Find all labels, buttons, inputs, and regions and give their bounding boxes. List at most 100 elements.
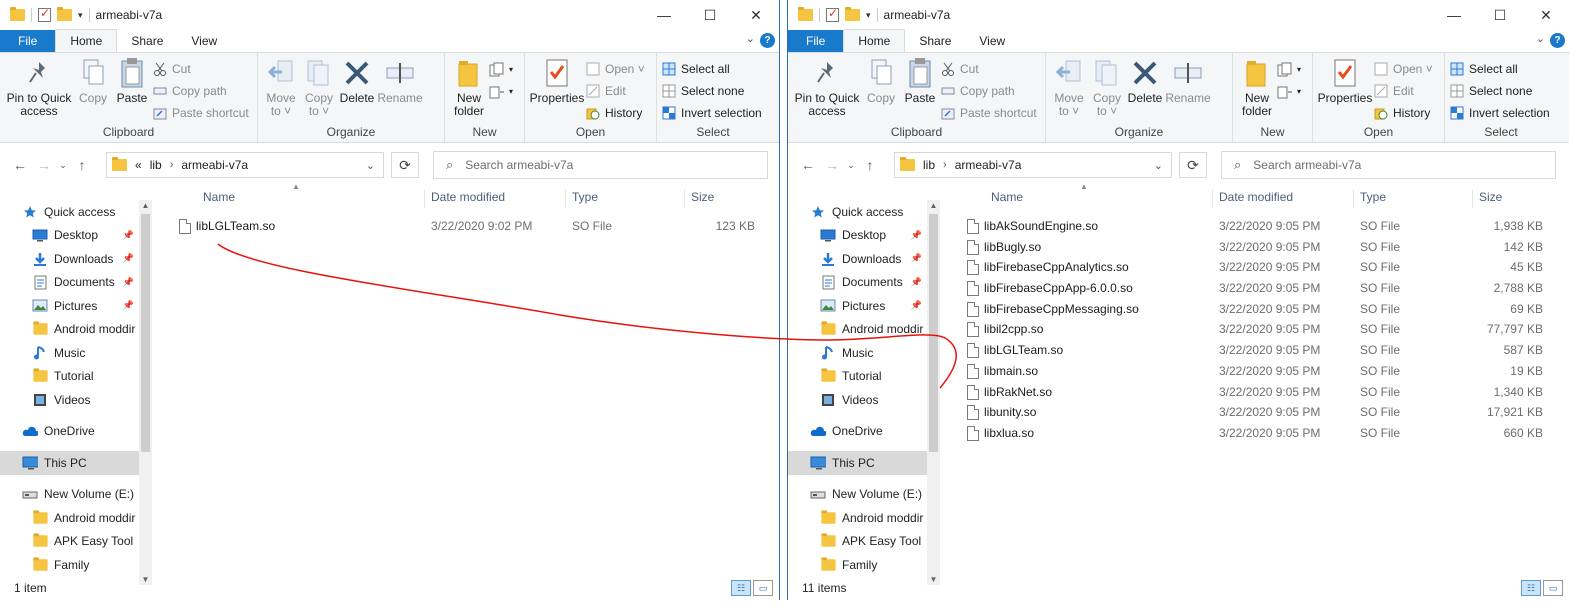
nav-item-pictures[interactable]: Pictures 📌 [0,294,152,318]
large-icons-view-icon[interactable]: ▭ [1543,580,1563,596]
address-bar[interactable]: « lib › armeabi-v7a ⌄ [106,152,384,178]
history-button[interactable]: History [1373,103,1433,122]
properties-icon[interactable] [826,6,839,22]
nav-item-android-moddir[interactable]: Android moddir [0,506,152,530]
file-row[interactable]: libFirebaseCppAnalytics.so 3/22/2020 9:0… [788,257,1569,278]
expand-ribbon-icon[interactable]: ⌄ [1536,32,1545,45]
history-button[interactable]: History [585,103,645,122]
file-row[interactable]: libAkSoundEngine.so 3/22/2020 9:05 PM SO… [788,216,1569,237]
file-row[interactable]: libxlua.so 3/22/2020 9:05 PM SO File 660… [788,423,1569,444]
expand-ribbon-icon[interactable]: ⌄ [746,32,755,45]
back-icon[interactable]: ← [8,157,32,173]
file-row[interactable]: libil2cpp.so 3/22/2020 9:05 PM SO File 7… [788,319,1569,340]
new-folder-icon[interactable] [57,7,72,21]
nav-item-new-volume-e-[interactable]: New Volume (E:) [0,483,152,507]
column-type[interactable]: Type [566,190,685,208]
file-row[interactable]: libRakNet.so 3/22/2020 9:05 PM SO File 1… [788,382,1569,403]
maximize-icon[interactable]: ☐ [1477,0,1523,30]
breadcrumb-lib[interactable]: lib [150,158,162,172]
nav-item-documents[interactable]: Documents 📌 [0,271,152,295]
minimize-icon[interactable]: — [1431,0,1477,30]
up-icon[interactable]: ↑ [858,157,882,173]
forward-icon[interactable]: → [32,157,56,173]
close-icon[interactable]: ✕ [733,0,779,30]
tab-share[interactable]: Share [905,30,965,52]
scrollbar-thumb[interactable] [141,214,150,452]
breadcrumb-armeabi[interactable]: armeabi-v7a [181,158,248,172]
tab-share[interactable]: Share [117,30,177,52]
edit-button[interactable]: Edit [1373,81,1433,100]
new-item-button[interactable]: ▾ [489,60,513,79]
tab-home[interactable]: Home [843,29,906,52]
details-view-icon[interactable]: ☷ [1521,580,1541,596]
new-item-button[interactable]: ▾ [1277,60,1301,79]
cut-button[interactable]: Cut [940,59,1037,78]
tab-file[interactable]: File [0,30,56,52]
open-button[interactable]: Open ˅ [1373,59,1433,78]
tab-view[interactable]: View [965,30,1019,52]
nav-item-tutorial[interactable]: Tutorial [0,365,152,389]
select-all-button[interactable]: Select all [661,59,762,78]
nav-scrollbar[interactable]: ▲ ▼ [139,200,152,585]
invert-selection-button[interactable]: Invert selection [661,103,762,122]
large-icons-view-icon[interactable]: ▭ [753,580,773,596]
open-button[interactable]: Open ˅ [585,59,645,78]
up-icon[interactable]: ↑ [70,157,94,173]
invert-selection-button[interactable]: Invert selection [1449,103,1550,122]
nav-item-videos[interactable]: Videos [0,388,152,412]
nav-item-family[interactable]: Family [788,553,940,577]
file-row[interactable]: libunity.so 3/22/2020 9:05 PM SO File 17… [788,402,1569,423]
minimize-icon[interactable]: — [641,0,687,30]
easy-access-button[interactable]: ▾ [1277,82,1301,101]
column-size[interactable]: Size [685,190,765,208]
tab-home[interactable]: Home [55,29,118,52]
column-type[interactable]: Type [1354,190,1473,208]
column-date-modified[interactable]: Date modified [425,190,566,208]
column-size[interactable]: Size [1473,190,1553,208]
copy-path-button[interactable]: Copy path [940,81,1037,100]
file-row[interactable]: libBugly.so 3/22/2020 9:05 PM SO File 14… [788,237,1569,258]
address-dropdown-icon[interactable]: ⌄ [1154,159,1163,172]
close-icon[interactable]: ✕ [1523,0,1569,30]
breadcrumb-overflow[interactable]: « [135,158,142,172]
refresh-button[interactable]: ⟳ [1179,152,1207,178]
nav-item-music[interactable]: Music [0,341,152,365]
tab-file[interactable]: File [788,30,844,52]
edit-button[interactable]: Edit [585,81,645,100]
select-all-button[interactable]: Select all [1449,59,1550,78]
select-none-button[interactable]: Select none [1449,81,1550,100]
recent-locations-icon[interactable]: ⌄ [844,160,858,171]
copy-path-button[interactable]: Copy path [152,81,249,100]
easy-access-button[interactable]: ▾ [489,82,513,101]
file-row[interactable]: libmain.so 3/22/2020 9:05 PM SO File 19 … [788,361,1569,382]
search-box[interactable]: ⌕ Search armeabi-v7a [433,151,768,179]
customize-qat-icon[interactable]: ▾ [866,10,871,21]
properties-icon[interactable] [38,6,51,22]
customize-qat-icon[interactable]: ▾ [78,10,83,21]
file-row[interactable]: libFirebaseCppApp-6.0.0.so 3/22/2020 9:0… [788,278,1569,299]
select-none-button[interactable]: Select none [661,81,762,100]
breadcrumb-armeabi[interactable]: armeabi-v7a [955,158,1022,172]
address-dropdown-icon[interactable]: ⌄ [366,159,375,172]
nav-item-downloads[interactable]: Downloads 📌 [0,247,152,271]
file-row[interactable]: libLGLTeam.so 3/22/2020 9:05 PM SO File … [788,340,1569,361]
nav-item-this-pc[interactable]: This PC [788,451,940,475]
file-row[interactable]: libLGLTeam.so 3/22/2020 9:02 PM SO File … [0,216,779,237]
breadcrumb-separator-icon[interactable]: › [170,159,174,171]
nav-item-android-moddir[interactable]: Android moddir [788,506,940,530]
breadcrumb-separator-icon[interactable]: › [943,159,947,171]
nav-item-family[interactable]: Family [0,553,152,577]
nav-item-apk-easy-tool[interactable]: APK Easy Tool [0,530,152,554]
nav-item-new-volume-e-[interactable]: New Volume (E:) [788,483,940,507]
maximize-icon[interactable]: ☐ [687,0,733,30]
details-view-icon[interactable]: ☷ [731,580,751,596]
forward-icon[interactable]: → [820,157,844,173]
nav-item-android-moddir[interactable]: Android moddir [0,318,152,342]
nav-item-onedrive[interactable]: OneDrive [0,420,152,444]
tab-view[interactable]: View [177,30,231,52]
file-row[interactable]: libFirebaseCppMessaging.so 3/22/2020 9:0… [788,299,1569,320]
new-folder-icon[interactable] [845,7,860,21]
column-date-modified[interactable]: Date modified [1213,190,1354,208]
help-icon[interactable]: ? [760,33,775,48]
cut-button[interactable]: Cut [152,59,249,78]
